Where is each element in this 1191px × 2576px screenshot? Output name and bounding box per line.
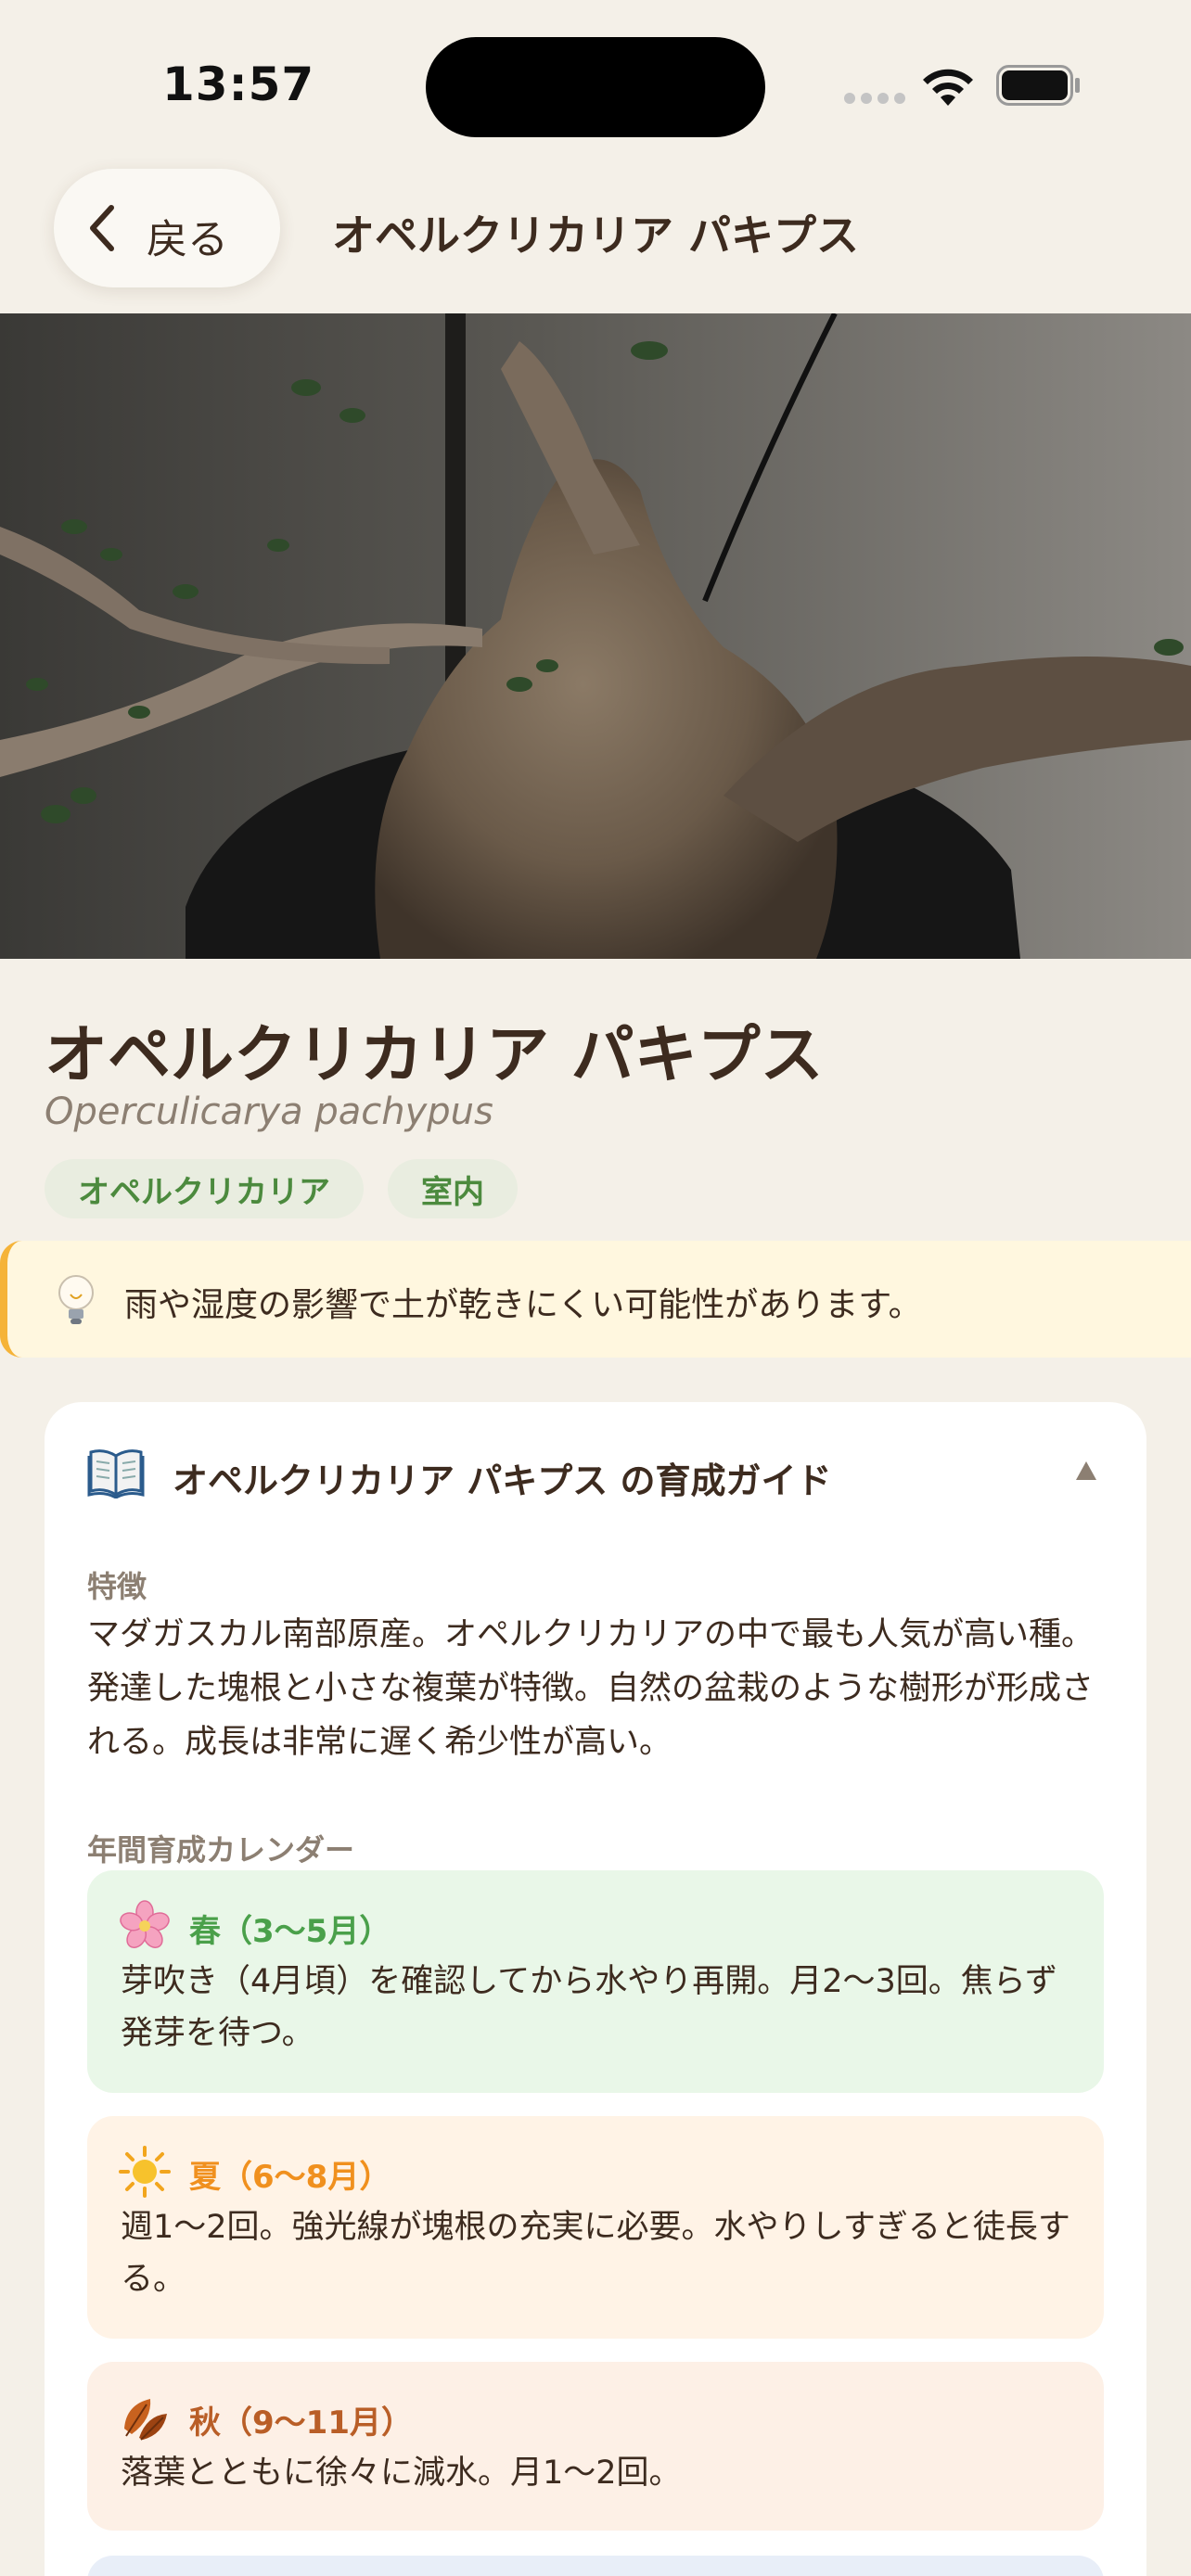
book-icon [87,1449,145,1498]
features-label: 特徴 [87,1569,147,1604]
tip-banner: 雨や湿度の影響で土が乾きにくい可能性があります。 [0,1241,1191,1358]
care-guide-card: オペルクリカリア パキプス の育成ガイド 特徴 マダガスカル南部原産。オペルクリ… [45,1402,1146,2576]
season-card-winter [87,2556,1104,2576]
status-bar: 13:57 [0,0,1191,158]
fallen-leaf-icon [124,2399,167,2441]
tip-text: 雨や湿度の影響で土が乾きにくい可能性があります。 [124,1286,922,1324]
plant-name: オペルクリカリア パキプス [45,1019,824,1092]
tag-list: オペルクリカリア 室内 [45,1159,518,1218]
cellular-signal-icon [844,93,905,104]
tag-location: 室内 [388,1159,518,1218]
season-card-autumn: 秋（9〜11月） 落葉とともに徐々に減水。月1〜2回。 [87,2362,1104,2531]
season-title: 夏（6〜8月） [189,2159,391,2196]
navigation-bar: 戻る オペルクリカリア パキプス [0,158,1191,313]
back-button[interactable]: 戻る [54,169,280,287]
wifi-icon [923,69,973,106]
nav-title: オペルクリカリア パキプス [332,210,860,261]
season-text: 芽吹き（4月頃）を確認してから水やり再開。月2〜3回。焦らず発芽を待つ。 [121,1963,1058,2052]
back-button-label: 戻る [147,216,228,263]
sun-icon [119,2146,171,2198]
plant-photo [0,313,1191,959]
season-title: 秋（9〜11月） [189,2404,413,2442]
lightbulb-icon [58,1275,94,1324]
features-text: マダガスカル南部原産。オペルクリカリアの中で最も人気が高い種。発達した塊根と小さ… [87,1616,1095,1761]
tag-genus: オペルクリカリア [45,1159,364,1218]
care-guide-title: オペルクリカリア パキプス の育成ガイド [173,1460,832,1501]
season-text: 週1〜2回。強光線が塊根の充実に必要。水やりしすぎると徒長する。 [121,2209,1070,2298]
chevron-left-icon [90,205,114,251]
cherry-blossom-icon [120,1900,170,1948]
season-text: 落葉とともに徐々に減水。月1〜2回。 [121,2455,682,2492]
battery-icon [996,65,1080,106]
season-title: 春（3〜5月） [189,1913,391,1950]
care-guide-header[interactable]: オペルクリカリア パキプス の育成ガイド [45,1402,1146,1541]
dynamic-island [426,37,765,137]
calendar-label: 年間育成カレンダー [87,1832,355,1868]
collapse-triangle-icon[interactable] [1074,1460,1098,1482]
scientific-name: Operculicarya pachypus [45,1090,493,1133]
season-card-summer: 夏（6〜8月） 週1〜2回。強光線が塊根の充実に必要。水やりしすぎると徒長する。 [87,2116,1104,2339]
status-time: 13:57 [162,57,315,111]
season-card-spring: 春（3〜5月） 芽吹き（4月頃）を確認してから水やり再開。月2〜3回。焦らず発芽… [87,1870,1104,2093]
